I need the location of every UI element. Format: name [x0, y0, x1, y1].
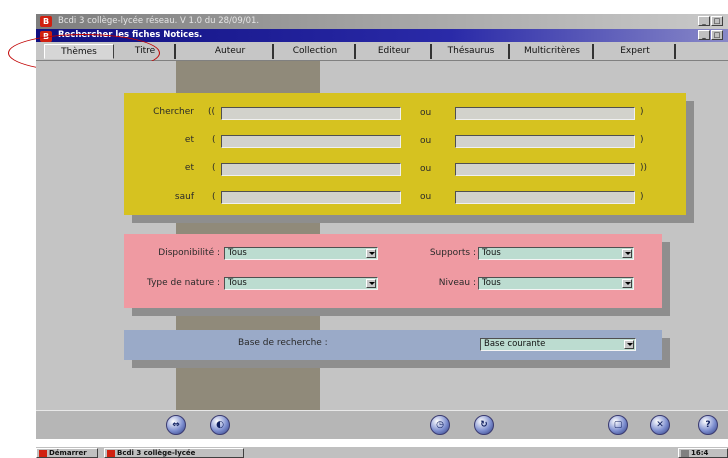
windows-icon	[39, 450, 47, 457]
search-icon[interactable]: ◐	[210, 415, 230, 435]
niveau-label: Niveau :	[438, 278, 476, 288]
tab-multicriteres[interactable]: Multicritères	[512, 44, 594, 59]
search-row-1-close: )	[640, 107, 644, 117]
search-row-3-label: et	[184, 163, 194, 173]
supports-value: Tous	[482, 248, 501, 258]
search-row-4-close: )	[640, 192, 644, 202]
search-row-1-label: Chercher	[153, 107, 194, 117]
arrows-icon[interactable]: ⇔	[166, 415, 186, 435]
disponibilite-label: Disponibilité :	[158, 248, 220, 258]
close-icon[interactable]: ✕	[650, 415, 670, 435]
maximize-button[interactable]: □	[711, 16, 723, 26]
supports-select[interactable]: Tous	[478, 247, 634, 260]
search-row-1-field-a[interactable]	[221, 107, 401, 120]
tab-collection[interactable]: Collection	[276, 44, 356, 59]
disponibilite-select[interactable]: Tous	[224, 247, 378, 260]
taskbar-app-label: Bcdi 3 collège-lycée	[117, 449, 196, 457]
disponibilite-value: Tous	[228, 248, 247, 258]
inner-maximize-button[interactable]: □	[711, 30, 723, 40]
search-row-4-or: ou	[420, 192, 432, 202]
search-row-1-open: ((	[208, 107, 216, 117]
tab-editeur[interactable]: Editeur	[358, 44, 432, 59]
minimize-button[interactable]: _	[698, 16, 710, 26]
search-row-3-field-a[interactable]	[221, 163, 401, 176]
search-row-4-open: (	[212, 192, 216, 202]
niveau-select[interactable]: Tous	[478, 277, 634, 290]
type-nature-select[interactable]: Tous	[224, 277, 378, 290]
search-row-4-label: sauf	[174, 192, 194, 202]
refresh-icon[interactable]: ↻	[474, 415, 494, 435]
outer-title-bar: B Bcdi 3 collège-lycée réseau. V 1.0 du …	[36, 14, 728, 29]
search-row-4-field-b[interactable]	[455, 191, 635, 204]
base-value: Base courante	[484, 339, 546, 349]
search-row-2-or: ou	[420, 136, 432, 146]
supports-label: Supports :	[429, 248, 476, 258]
search-row-1-or: ou	[420, 108, 432, 118]
search-row-2-label: et	[184, 135, 194, 145]
search-row-1-field-b[interactable]	[455, 107, 635, 120]
chevron-down-icon[interactable]	[624, 340, 634, 349]
filters-panel: Disponibilité : Tous Supports : Tous Typ…	[124, 234, 662, 308]
type-nature-label: Type de nature :	[146, 278, 220, 288]
search-row-3-open: (	[212, 163, 216, 173]
clock: 16:4	[691, 449, 709, 457]
base-select[interactable]: Base courante	[480, 338, 636, 351]
search-row-3-field-b[interactable]	[455, 163, 635, 176]
search-row-4-field-a[interactable]	[221, 191, 401, 204]
search-panel: Chercher (( ou ) et ( ou ) et ( ou )) sa…	[124, 93, 686, 215]
search-row-2-field-b[interactable]	[455, 135, 635, 148]
inner-minimize-button[interactable]: _	[698, 30, 710, 40]
chevron-down-icon[interactable]	[366, 279, 376, 288]
tab-expert[interactable]: Expert	[596, 44, 676, 59]
search-row-2-open: (	[212, 135, 216, 145]
clock-icon[interactable]: ◷	[430, 415, 450, 435]
chevron-down-icon[interactable]	[366, 249, 376, 258]
start-label: Démarrer	[49, 449, 87, 457]
document-icon[interactable]: ▢	[608, 415, 628, 435]
tab-thesaurus[interactable]: Thésaurus	[434, 44, 510, 59]
search-row-2-field-a[interactable]	[221, 135, 401, 148]
search-row-3-or: ou	[420, 164, 432, 174]
niveau-value: Tous	[482, 278, 501, 288]
tab-auteur[interactable]: Auteur	[188, 44, 274, 59]
search-row-2-close: )	[640, 135, 644, 145]
app-icon-taskbar	[107, 450, 115, 457]
chevron-down-icon[interactable]	[622, 279, 632, 288]
search-row-3-close: ))	[640, 163, 648, 173]
speaker-icon	[681, 450, 689, 457]
taskbar: Démarrer Bcdi 3 collège-lycée 16:4	[36, 446, 728, 458]
base-panel: Base de recherche : Base courante	[124, 330, 662, 360]
base-label: Base de recherche :	[238, 338, 328, 348]
app-icon: B	[40, 16, 52, 27]
type-nature-value: Tous	[228, 278, 247, 288]
window-title: Bcdi 3 collège-lycée réseau. V 1.0 du 28…	[58, 16, 260, 26]
chevron-down-icon[interactable]	[622, 249, 632, 258]
help-icon[interactable]: ?	[698, 415, 718, 435]
